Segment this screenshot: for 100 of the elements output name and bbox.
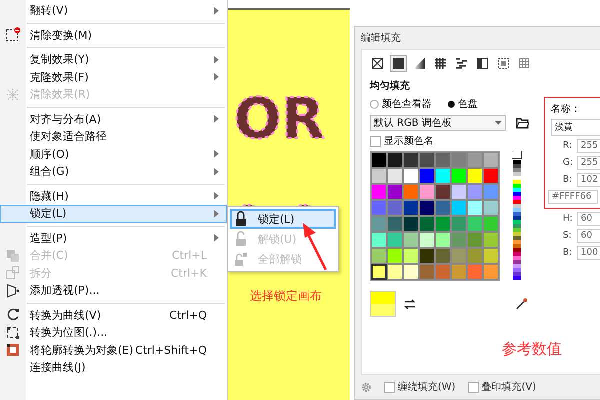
channel-field[interactable]: 100 bbox=[577, 246, 600, 260]
color-swatch[interactable] bbox=[435, 248, 451, 264]
fill-type-tab[interactable] bbox=[370, 56, 385, 71]
color-swatch[interactable] bbox=[435, 216, 451, 232]
color-swatch[interactable] bbox=[483, 264, 499, 280]
checkbox[interactable]: 叠印填充(V) bbox=[468, 380, 536, 394]
color-swatch[interactable] bbox=[403, 248, 419, 264]
color-swatch[interactable] bbox=[371, 200, 387, 216]
color-swatch[interactable] bbox=[435, 232, 451, 248]
color-swatch[interactable] bbox=[467, 232, 483, 248]
color-swatch[interactable] bbox=[467, 184, 483, 200]
fill-type-tab[interactable] bbox=[454, 56, 469, 71]
color-swatch[interactable] bbox=[403, 200, 419, 216]
color-swatch[interactable] bbox=[419, 152, 435, 168]
channel-field[interactable]: 255 bbox=[577, 139, 600, 153]
color-strip[interactable] bbox=[512, 151, 522, 281]
submenu-item[interactable]: 锁定(L) bbox=[230, 209, 336, 229]
menu-item[interactable]: 翻转(V) bbox=[0, 2, 227, 20]
menu-item[interactable]: 造型(P) bbox=[0, 230, 227, 247]
color-swatch[interactable] bbox=[451, 232, 467, 248]
radio-option[interactable]: 色盘 bbox=[448, 97, 478, 111]
color-swatch[interactable] bbox=[467, 216, 483, 232]
color-swatch[interactable] bbox=[403, 152, 419, 168]
color-swatch[interactable] bbox=[419, 232, 435, 248]
menu-item[interactable]: 顺序(O) bbox=[0, 146, 227, 163]
menu-item[interactable]: 对齐与分布(A) bbox=[0, 110, 227, 128]
menu-item[interactable]: 隐藏(H) bbox=[0, 188, 227, 205]
color-swatch[interactable] bbox=[387, 216, 403, 232]
color-swatch[interactable] bbox=[419, 248, 435, 264]
menu-item[interactable]: 克隆效果(F) bbox=[0, 68, 227, 86]
menu-item[interactable]: 锁定(L) bbox=[0, 205, 227, 222]
color-swatch[interactable] bbox=[403, 264, 419, 280]
fill-type-tab[interactable] bbox=[496, 56, 511, 71]
color-swatch[interactable] bbox=[387, 232, 403, 248]
color-swatch[interactable] bbox=[371, 216, 387, 232]
color-swatch[interactable] bbox=[419, 168, 435, 184]
name-field[interactable]: 浅黄 bbox=[551, 119, 600, 136]
menu-item[interactable]: 复制效果(Y) bbox=[0, 51, 227, 68]
color-swatch[interactable] bbox=[467, 264, 483, 280]
color-swatch[interactable] bbox=[387, 264, 403, 280]
color-swatch[interactable] bbox=[387, 248, 403, 264]
color-swatch[interactable] bbox=[387, 200, 403, 216]
menu-item[interactable]: 将轮廓转换为对象(E) Ctrl+Shift+Q bbox=[0, 342, 227, 359]
color-swatch[interactable] bbox=[403, 168, 419, 184]
eyedropper-icon[interactable] bbox=[516, 298, 528, 310]
channel-field[interactable]: 60 bbox=[577, 229, 600, 243]
channel-field[interactable]: 60 bbox=[577, 212, 600, 226]
color-swatch[interactable] bbox=[387, 184, 403, 200]
color-swatch[interactable] bbox=[419, 264, 435, 280]
hex-field[interactable]: #FFFF66 bbox=[548, 190, 598, 204]
color-swatch[interactable] bbox=[451, 200, 467, 216]
menu-item[interactable]: 组合(G) bbox=[0, 163, 227, 180]
color-swatch[interactable] bbox=[419, 184, 435, 200]
menu-item[interactable]: 使对象适合路径 bbox=[0, 128, 227, 146]
fill-type-tab[interactable] bbox=[391, 56, 406, 71]
color-swatch[interactable] bbox=[419, 216, 435, 232]
channel-field[interactable]: 255 bbox=[577, 156, 600, 170]
color-swatch[interactable] bbox=[483, 184, 499, 200]
menu-item[interactable]: 转换为位图(.)... bbox=[0, 324, 227, 342]
color-swatch[interactable] bbox=[451, 168, 467, 184]
color-swatch[interactable] bbox=[387, 168, 403, 184]
color-swatch[interactable] bbox=[419, 200, 435, 216]
palette-dropdown[interactable]: 默认 RGB 调色板 bbox=[370, 115, 506, 131]
color-swatch[interactable] bbox=[435, 184, 451, 200]
color-swatch[interactable] bbox=[451, 264, 467, 280]
checkbox[interactable]: 显示颜色名 bbox=[370, 134, 536, 148]
color-swatch[interactable] bbox=[435, 264, 451, 280]
color-swatch[interactable] bbox=[435, 168, 451, 184]
folder-icon[interactable] bbox=[516, 118, 529, 128]
color-swatch[interactable] bbox=[467, 248, 483, 264]
fill-type-tab[interactable] bbox=[412, 56, 427, 71]
color-swatch[interactable] bbox=[403, 184, 419, 200]
color-swatch[interactable] bbox=[483, 152, 499, 168]
color-swatch[interactable] bbox=[483, 168, 499, 184]
color-swatch[interactable] bbox=[451, 248, 467, 264]
color-swatch[interactable] bbox=[387, 152, 403, 168]
color-swatch[interactable] bbox=[483, 248, 499, 264]
color-swatch[interactable] bbox=[451, 184, 467, 200]
radio-option[interactable]: 颜色查看器 bbox=[370, 97, 432, 111]
fill-type-tab[interactable] bbox=[475, 56, 490, 71]
color-swatch[interactable] bbox=[371, 232, 387, 248]
color-swatch[interactable] bbox=[403, 216, 419, 232]
color-swatch[interactable] bbox=[451, 216, 467, 232]
color-swatch[interactable] bbox=[371, 248, 387, 264]
color-swatch[interactable] bbox=[451, 152, 467, 168]
menu-item[interactable]: 转换为曲线(V) Ctrl+Q bbox=[0, 306, 227, 324]
color-swatch[interactable] bbox=[483, 200, 499, 216]
color-swatch[interactable] bbox=[435, 152, 451, 168]
color-swatch[interactable] bbox=[435, 200, 451, 216]
menu-item[interactable]: 清除变换(M) bbox=[0, 26, 227, 44]
checkbox[interactable]: 缠绕填充(W) bbox=[384, 380, 456, 394]
channel-field[interactable]: 102 bbox=[577, 173, 600, 187]
color-swatch[interactable] bbox=[371, 152, 387, 168]
color-swatch[interactable] bbox=[467, 152, 483, 168]
fill-type-tab[interactable] bbox=[433, 56, 448, 71]
color-swatch[interactable] bbox=[483, 232, 499, 248]
color-swatch[interactable] bbox=[467, 200, 483, 216]
menu-item[interactable]: 连接曲线(J) bbox=[0, 359, 227, 376]
color-swatch[interactable] bbox=[403, 232, 419, 248]
menu-item[interactable]: 添加透视(P)... bbox=[0, 282, 227, 300]
